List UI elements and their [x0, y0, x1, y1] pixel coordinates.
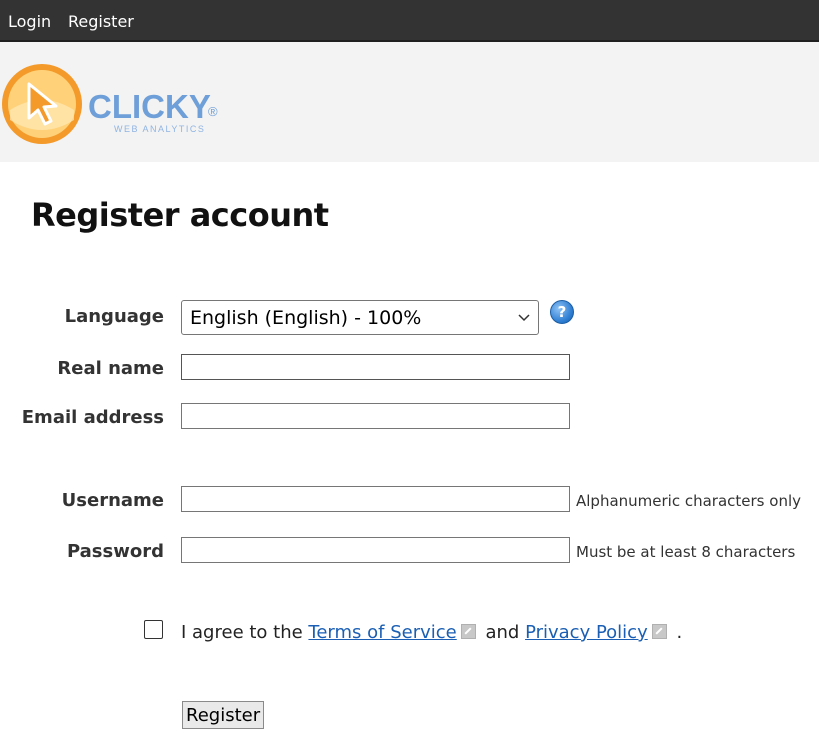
real-name-input[interactable]	[181, 354, 570, 380]
agree-suffix: .	[670, 622, 683, 643]
username-input[interactable]	[181, 486, 570, 512]
password-input[interactable]	[181, 537, 570, 563]
agree-prefix: I agree to the	[181, 622, 309, 643]
main-content	[0, 162, 819, 749]
language-label: Language	[64, 306, 164, 327]
site-header: CLICKY ® WEB ANALYTICS	[0, 42, 819, 162]
nav-register-link[interactable]: Register	[68, 12, 134, 31]
logo-wordmark: CLICKY	[88, 88, 211, 125]
real-name-label: Real name	[57, 358, 164, 379]
page-title: Register account	[31, 196, 329, 234]
password-hint: Must be at least 8 characters	[576, 543, 796, 561]
language-selected-value: English (English) - 100%	[190, 307, 422, 329]
external-link-icon	[460, 624, 476, 639]
logo-registered-mark: ®	[208, 104, 218, 119]
external-link-icon	[651, 624, 667, 639]
agree-checkbox[interactable]	[144, 620, 163, 639]
logo-tagline: WEB ANALYTICS	[114, 124, 205, 134]
chevron-down-icon	[518, 314, 530, 322]
nav-login-link[interactable]: Login	[8, 12, 51, 31]
clicky-logo[interactable]: CLICKY ® WEB ANALYTICS	[0, 60, 240, 152]
top-nav-bar: Login Register	[0, 0, 819, 42]
register-button[interactable]: Register	[182, 701, 265, 729]
help-icon[interactable]: ?	[550, 300, 574, 324]
agree-statement: I agree to the Terms of Service and Priv…	[181, 622, 682, 643]
agree-middle: and	[479, 622, 526, 643]
terms-of-service-link[interactable]: Terms of Service	[308, 622, 456, 643]
language-select[interactable]: English (English) - 100%	[181, 300, 539, 335]
privacy-policy-link[interactable]: Privacy Policy	[525, 622, 648, 643]
email-label: Email address	[21, 407, 164, 428]
email-input[interactable]	[181, 403, 570, 429]
username-label: Username	[61, 490, 164, 511]
username-hint: Alphanumeric characters only	[576, 492, 801, 510]
password-label: Password	[66, 541, 164, 562]
